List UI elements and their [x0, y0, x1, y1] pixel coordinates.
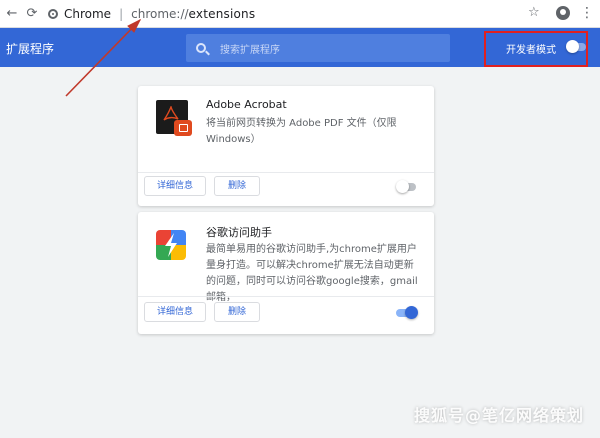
browser-brand: Chrome	[64, 7, 112, 21]
reload-icon[interactable]: ⟳	[24, 6, 40, 22]
account-icon[interactable]	[556, 6, 570, 20]
more-menu-icon[interactable]: ⋮	[580, 4, 594, 22]
url-scheme: chrome://	[131, 7, 189, 21]
remove-button[interactable]: 删除	[214, 176, 260, 196]
dev-mode-toggle[interactable]	[566, 40, 586, 53]
dev-mode-label: 开发者模式	[506, 45, 556, 56]
extension-name: Adobe Acrobat	[206, 98, 287, 111]
remove-button[interactable]: 删除	[214, 302, 260, 322]
details-button[interactable]: 详细信息	[144, 302, 206, 322]
card-divider	[138, 296, 434, 297]
dev-mode-toggle-knob	[566, 40, 579, 53]
google-helper-icon	[156, 230, 186, 260]
url-separator: |	[119, 7, 124, 21]
extensions-header: 扩展程序 搜索扩展程序 开发者模式	[0, 28, 600, 67]
watermark-text: 搜狐号@笔亿网络策划	[414, 406, 585, 425]
extension-description: 将当前网页转换为 Adobe PDF 文件（仅限 Windows）	[206, 118, 397, 145]
extension-card-adobe-acrobat: Adobe Acrobat 将当前网页转换为 Adobe PDF 文件（仅限 W…	[138, 86, 434, 206]
extension-enable-toggle[interactable]	[396, 306, 418, 319]
search-placeholder: 搜索扩展程序	[220, 44, 280, 56]
url-path: extensions	[188, 7, 256, 21]
search-icon	[196, 43, 206, 53]
back-icon[interactable]: ←	[4, 6, 20, 22]
browser-toolbar: ← ⟳ Chrome | chrome://extensions ☆ ⋮	[0, 0, 600, 28]
chrome-icon	[48, 9, 58, 19]
search-input[interactable]: 搜索扩展程序	[186, 34, 450, 62]
card-divider	[138, 172, 434, 173]
acrobat-badge-icon	[174, 120, 192, 136]
address-bar[interactable]: Chrome | chrome://extensions	[48, 4, 518, 24]
extension-card-google-helper: 谷歌访问助手 最简单易用的谷歌访问助手,为chrome扩展用户量身打造。可以解决…	[138, 212, 434, 334]
details-button[interactable]: 详细信息	[144, 176, 206, 196]
page-title: 扩展程序	[6, 42, 55, 56]
toggle-knob	[405, 306, 418, 319]
adobe-acrobat-icon	[156, 100, 192, 136]
extension-name: 谷歌访问助手	[206, 226, 272, 239]
google-helper-logo-icon	[156, 230, 186, 260]
extension-enable-toggle[interactable]	[396, 180, 416, 193]
bookmark-star-icon[interactable]: ☆	[528, 5, 540, 20]
toggle-knob	[396, 180, 409, 193]
